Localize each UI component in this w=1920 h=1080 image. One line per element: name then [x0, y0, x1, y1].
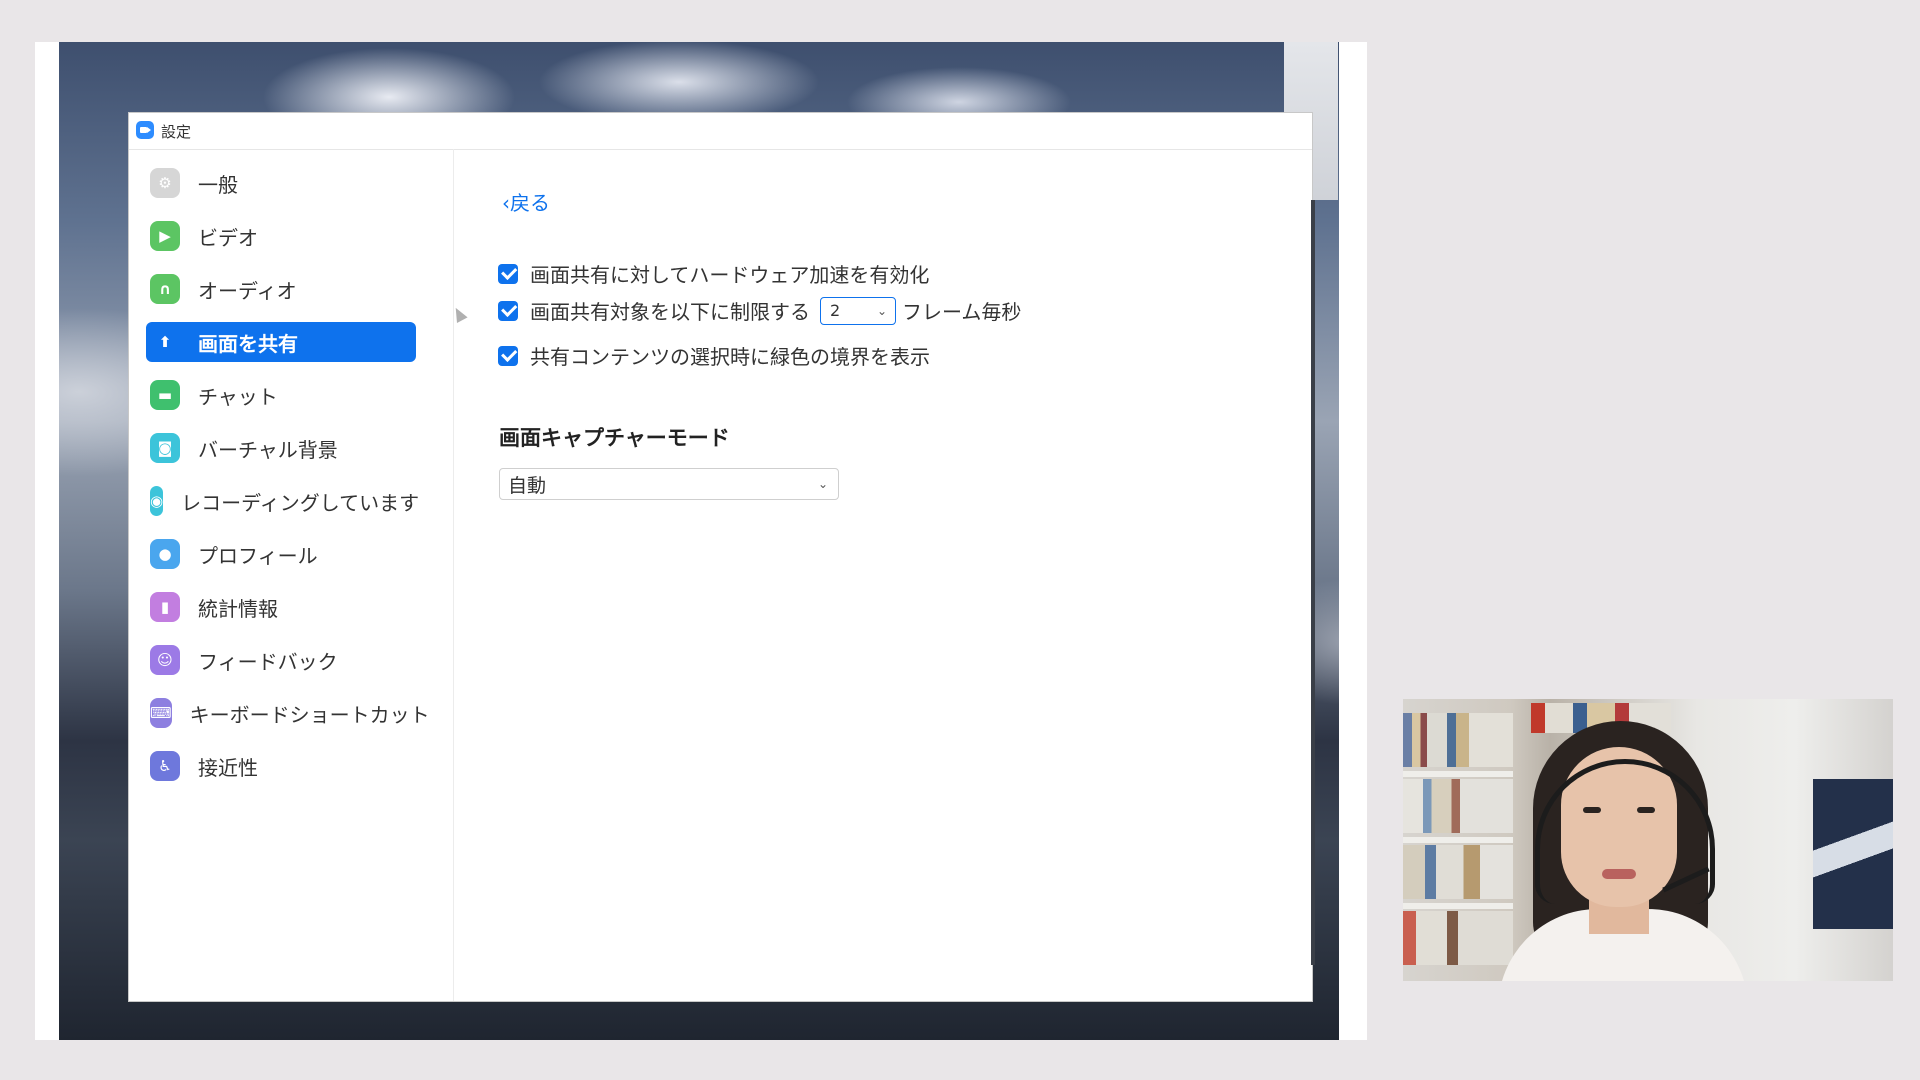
- sidebar-item-keyboard-shortcuts[interactable]: ⌨ キーボードショートカット: [146, 693, 430, 733]
- bar-chart-icon: ▮: [150, 592, 180, 622]
- bookshelf-row: [1403, 779, 1513, 833]
- sidebar-item-label: 統計情報: [198, 596, 278, 621]
- back-label: 戻る: [510, 191, 550, 215]
- capture-mode-select[interactable]: 自動 ⌄: [499, 468, 839, 500]
- capture-mode-value: 自動: [508, 474, 547, 497]
- chevron-left-icon: ‹: [502, 191, 510, 215]
- option-green-border: 共有コンテンツの選択時に緑色の境界を表示: [498, 341, 930, 370]
- option-label: 画面共有対象を以下に制限する: [530, 300, 810, 324]
- fps-select-value: 2: [830, 301, 841, 320]
- window-shadow-edge: [1311, 200, 1315, 965]
- chevron-down-icon: ⌄: [817, 477, 828, 491]
- bookshelf-row: [1403, 845, 1513, 899]
- webcam-video: [1403, 699, 1893, 981]
- option-hardware-acceleration: 画面共有に対してハードウェア加速を有効化: [498, 259, 929, 288]
- green-border-checkbox[interactable]: [498, 345, 518, 366]
- bookshelf-board: [1403, 903, 1513, 909]
- accessibility-icon: ♿: [150, 751, 180, 781]
- settings-content: ‹戻る 画面共有に対してハードウェア加速を有効化 画面共有対象を以下に制限する …: [454, 149, 1312, 1001]
- option-limit-fps: 画面共有対象を以下に制限する 2 ⌄ フレーム毎秒: [498, 296, 1021, 325]
- bookshelf-row: [1403, 911, 1513, 965]
- sidebar-item-label: ビデオ: [198, 225, 258, 250]
- sidebar-item-label: レコーディングしています: [181, 490, 420, 515]
- sidebar-item-label: フィードバック: [198, 649, 338, 674]
- chevron-down-icon: ⌄: [876, 303, 887, 318]
- kimono-fabric: [1813, 779, 1893, 929]
- settings-sidebar: ⚙ 一般 ▶ ビデオ ∩ オーディオ ⬆ 画面を共有 ▬ チャット ◙ バーチャ…: [129, 149, 454, 1001]
- video-camera-icon: ▶: [150, 221, 180, 251]
- sidebar-item-label: プロフィール: [198, 543, 318, 568]
- hardware-acceleration-checkbox[interactable]: [498, 263, 518, 284]
- sidebar-item-label: オーディオ: [198, 278, 297, 303]
- record-icon: ◉: [150, 486, 164, 516]
- sidebar-item-profile[interactable]: ● プロフィール: [146, 534, 416, 574]
- chat-bubble-icon: ▬: [150, 380, 180, 410]
- option-label: 共有コンテンツの選択時に緑色の境界を表示: [530, 345, 930, 369]
- sidebar-item-label: チャット: [198, 384, 278, 409]
- smile-icon: ☺: [150, 645, 180, 675]
- option-label: 画面共有に対してハードウェア加速を有効化: [530, 263, 930, 287]
- sidebar-item-audio[interactable]: ∩ オーディオ: [146, 269, 416, 309]
- title-bar[interactable]: 設定: [129, 113, 1312, 150]
- zoom-app-icon: [136, 121, 154, 139]
- keyboard-icon: ⌨: [150, 698, 172, 728]
- profile-icon: ●: [150, 539, 180, 569]
- sidebar-item-label: 接近性: [198, 755, 258, 780]
- sidebar-item-general[interactable]: ⚙ 一般: [146, 163, 416, 203]
- sidebar-item-statistics[interactable]: ▮ 統計情報: [146, 587, 416, 627]
- bookshelf-board: [1403, 771, 1513, 777]
- sidebar-item-label: 一般: [198, 172, 238, 197]
- window-title: 設定: [161, 123, 192, 141]
- sidebar-item-video[interactable]: ▶ ビデオ: [146, 216, 416, 256]
- headphones-icon: ∩: [150, 274, 180, 304]
- settings-window: 設定 ⚙ 一般 ▶ ビデオ ∩ オーディオ ⬆ 画面を共有 ▬ チャット ◙ バ…: [129, 113, 1312, 1001]
- sidebar-item-recording[interactable]: ◉ レコーディングしています: [146, 481, 420, 521]
- gear-icon: ⚙: [150, 168, 180, 198]
- limit-fps-checkbox[interactable]: [498, 300, 518, 321]
- bookshelf-row: [1403, 713, 1513, 767]
- person-background-icon: ◙: [150, 433, 180, 463]
- sidebar-item-label: 画面を共有: [198, 331, 298, 356]
- fps-suffix: フレーム毎秒: [902, 300, 1022, 324]
- sidebar-item-feedback[interactable]: ☺ フィードバック: [146, 640, 416, 680]
- sidebar-item-label: キーボードショートカット: [189, 702, 430, 727]
- sidebar-item-label: バーチャル背景: [198, 437, 338, 462]
- sidebar-item-share-screen[interactable]: ⬆ 画面を共有: [146, 322, 416, 362]
- capture-mode-title: 画面キャプチャーモード: [499, 426, 730, 450]
- bookshelf-board: [1403, 837, 1513, 843]
- sidebar-item-accessibility[interactable]: ♿ 接近性: [146, 746, 416, 786]
- fps-select[interactable]: 2 ⌄: [820, 296, 896, 325]
- share-screen-icon: ⬆: [158, 333, 172, 351]
- back-link[interactable]: ‹戻る: [502, 187, 550, 216]
- sidebar-item-chat[interactable]: ▬ チャット: [146, 375, 416, 415]
- sidebar-item-virtual-background[interactable]: ◙ バーチャル背景: [146, 428, 416, 468]
